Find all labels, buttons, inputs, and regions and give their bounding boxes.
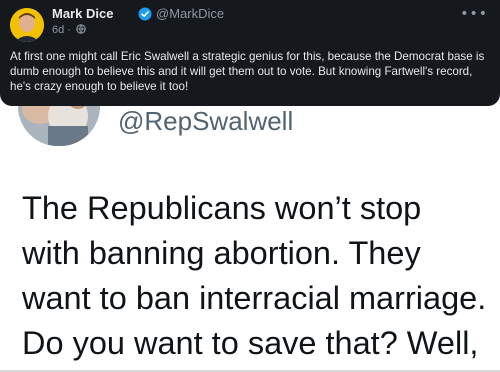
verified-badge-icon (138, 7, 152, 21)
embedded-text-line: The Republicans won’t stop (22, 190, 422, 226)
author-handle[interactable]: @MarkDice (156, 6, 224, 21)
more-options-icon[interactable]: ••• (460, 6, 488, 22)
tweet-card[interactable]: Mark Dice @MarkDice 6d · ••• At first on… (0, 0, 500, 106)
tweet-text: At first one might call Eric Swalwell a … (10, 50, 485, 93)
tweet-time[interactable]: 6d · (52, 24, 71, 36)
globe-icon (76, 24, 86, 34)
screenshot-page: @RepSwalwell The Republicans won’t stop … (0, 0, 500, 372)
embedded-tweet-text: The Republicans won’t stop with banning … (22, 186, 500, 366)
embedded-text-line: Do you want to save that? Well, (22, 325, 479, 361)
author-avatar[interactable] (10, 8, 44, 42)
embedded-handle: @RepSwalwell (118, 106, 294, 136)
embedded-text-line: with banning abortion. They (22, 235, 421, 271)
tweet-timestamp[interactable]: 6d · (52, 24, 86, 36)
embedded-text-line: want to ban interracial marriage. (22, 280, 487, 316)
author-name[interactable]: Mark Dice (52, 6, 113, 21)
